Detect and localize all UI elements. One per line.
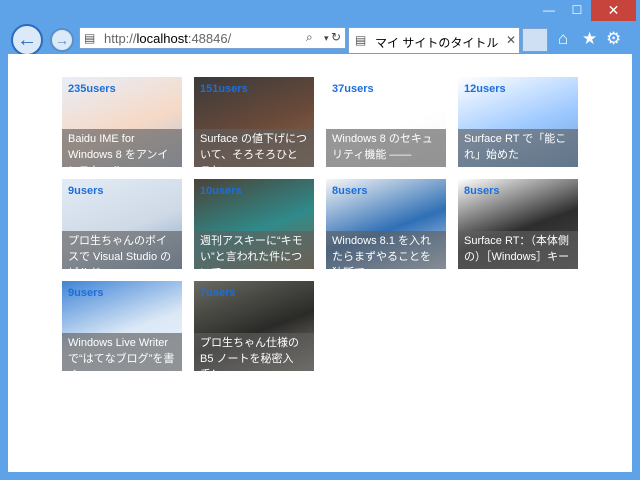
bookmark-count: 9users	[68, 287, 104, 299]
page-content: 235users Baidu IME for Windows 8 をアンインストー…	[8, 54, 632, 472]
chevron-down-icon[interactable]: ▾	[324, 33, 329, 44]
article-tile[interactable]: 8users Windows 8.1 を入れたらまずやることを独断で	[326, 179, 446, 269]
new-tab-button[interactable]	[522, 28, 548, 52]
address-bar[interactable]: ▤ http://localhost:48846/ ⌕ ▾ ↻	[79, 27, 346, 49]
article-title[interactable]: プロ生ちゃん仕様の B5 ノートを秘密入手！	[194, 333, 314, 371]
article-title[interactable]: Windows 8.1 を入れたらまずやることを独断で	[326, 231, 446, 269]
article-tile[interactable]: 9users Windows Live Writer で“はてなブログ”を書く	[62, 281, 182, 371]
back-button[interactable]: ←	[11, 24, 43, 56]
gear-icon[interactable]: ⚙	[606, 29, 621, 49]
bookmark-count: 235users	[68, 83, 116, 95]
browser-window: — ☐ ✕ ← → ▤ http://localhost:48846/ ⌕ ▾ …	[0, 0, 640, 480]
bookmark-count: 12users	[464, 83, 506, 95]
article-title[interactable]: Surface RT で「能これ」始めた	[458, 129, 578, 167]
bookmark-count: 10users	[200, 185, 242, 197]
forward-button[interactable]: →	[50, 28, 74, 52]
article-title[interactable]: 週刊アスキーに“キモい”と言われた件について	[194, 231, 314, 269]
arrow-left-icon: ←	[17, 29, 37, 51]
article-tile[interactable]: 12users Surface RT で「能これ」始めた	[458, 77, 578, 167]
bookmark-count: 9users	[68, 185, 104, 197]
article-title[interactable]: Surface RT：（本体側の）［Windows］キー	[458, 231, 578, 269]
url-host: localhost	[136, 31, 188, 46]
article-title[interactable]: Surface の値下げについて、そろそろひとこと	[194, 129, 314, 167]
refresh-icon[interactable]: ↻	[331, 30, 341, 44]
search-icon[interactable]: ⌕	[306, 30, 313, 45]
star-icon[interactable]: ★	[582, 29, 597, 49]
tab-title: マイ サイトのタイトル	[375, 36, 499, 50]
article-tile[interactable]: 37users Windows 8 のセキュリティ機能 ——	[326, 77, 446, 167]
bookmark-count: 151users	[200, 83, 248, 95]
bookmark-count: 37users	[332, 83, 374, 95]
page-icon: ▤	[84, 31, 96, 45]
url-text[interactable]: http://localhost:48846/	[104, 31, 231, 46]
maximize-button[interactable]: ☐	[563, 0, 591, 21]
title-bar: — ☐ ✕	[0, 0, 640, 26]
article-tile[interactable]: 235users Baidu IME for Windows 8 をアンインストー…	[62, 77, 182, 167]
article-tile[interactable]: 151users Surface の値下げについて、そろそろひとこと	[194, 77, 314, 167]
url-scheme: http://	[104, 31, 137, 46]
bookmark-count: 7users	[200, 287, 236, 299]
minimize-button[interactable]: —	[535, 0, 563, 21]
bookmark-count: 8users	[332, 185, 368, 197]
article-title[interactable]: Windows Live Writer で“はてなブログ”を書く	[62, 333, 182, 371]
home-icon[interactable]: ⌂	[558, 29, 568, 49]
article-title[interactable]: Windows 8 のセキュリティ機能 ——	[326, 129, 446, 167]
article-tile[interactable]: 8users Surface RT：（本体側の）［Windows］キー	[458, 179, 578, 269]
arrow-right-icon: →	[55, 32, 69, 48]
close-tab-icon[interactable]: ✕	[506, 33, 516, 47]
page-icon: ▤	[355, 33, 367, 47]
article-title[interactable]: プロ生ちゃんのボイスで Visual Studio のビルド	[62, 231, 182, 269]
url-port-path: :48846/	[187, 31, 232, 46]
article-tile[interactable]: 10users 週刊アスキーに“キモい”と言われた件について	[194, 179, 314, 269]
article-title[interactable]: Baidu IME for Windows 8 をアンインストール	[62, 129, 182, 167]
article-tile[interactable]: 7users プロ生ちゃん仕様の B5 ノートを秘密入手！	[194, 281, 314, 371]
close-button[interactable]: ✕	[591, 0, 636, 21]
tab-active[interactable]: ▤ マイ サイトのタイトル ✕	[348, 27, 520, 53]
article-tile[interactable]: 9users プロ生ちゃんのボイスで Visual Studio のビルド	[62, 179, 182, 269]
bookmark-count: 8users	[464, 185, 500, 197]
